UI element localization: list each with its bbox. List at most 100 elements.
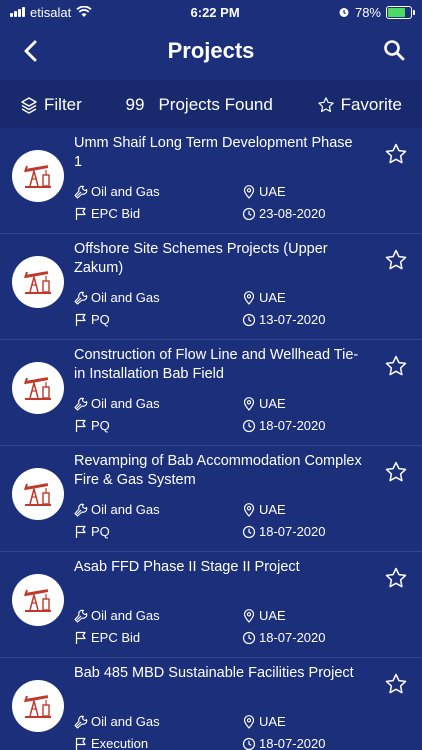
project-sector-label: Oil and Gas bbox=[91, 608, 160, 623]
star-outline-icon bbox=[317, 97, 334, 113]
wrench-icon bbox=[74, 397, 88, 411]
project-date-label: 18-07-2020 bbox=[259, 524, 326, 539]
favorite-star-icon[interactable] bbox=[384, 142, 408, 166]
clock-icon bbox=[242, 737, 256, 750]
project-date: 18-07-2020 bbox=[242, 736, 326, 750]
project-country: UAE bbox=[242, 714, 286, 729]
project-title: Asab FFD Phase II Stage II Project bbox=[74, 559, 300, 575]
project-date-label: 18-07-2020 bbox=[259, 418, 326, 433]
clock-icon bbox=[242, 207, 256, 220]
clock-icon bbox=[242, 419, 256, 432]
project-country: UAE bbox=[242, 608, 286, 623]
location-pin-icon bbox=[243, 714, 255, 729]
search-button[interactable] bbox=[380, 36, 408, 64]
project-avatar bbox=[12, 468, 64, 520]
project-card[interactable]: Asab FFD Phase II Stage II Project Oil a… bbox=[0, 552, 422, 658]
wrench-icon bbox=[74, 715, 88, 729]
favorite-button[interactable]: Favorite bbox=[317, 95, 402, 115]
project-list: Umm Shaif Long Term Development Phase 1 … bbox=[0, 128, 422, 750]
project-sector: Oil and Gas bbox=[74, 502, 160, 517]
project-country: UAE bbox=[242, 184, 286, 199]
project-country-label: UAE bbox=[259, 502, 286, 517]
project-avatar bbox=[12, 150, 64, 202]
clock-icon bbox=[242, 631, 256, 644]
project-country-label: UAE bbox=[259, 290, 286, 305]
project-date-label: 18-07-2020 bbox=[259, 736, 326, 750]
oil-pump-icon bbox=[24, 483, 51, 506]
project-stage: PQ bbox=[74, 312, 110, 327]
project-sector-label: Oil and Gas bbox=[91, 714, 160, 729]
wifi-icon bbox=[76, 6, 92, 17]
project-date-label: 23-08-2020 bbox=[259, 206, 326, 221]
back-button[interactable] bbox=[18, 37, 46, 65]
project-sector: Oil and Gas bbox=[74, 714, 160, 729]
wrench-icon bbox=[74, 503, 88, 517]
project-card[interactable]: Bab 485 MBD Sustainable Facilities Proje… bbox=[0, 658, 422, 750]
flag-icon bbox=[75, 737, 86, 750]
wrench-icon bbox=[74, 185, 88, 199]
project-sector-label: Oil and Gas bbox=[91, 396, 160, 411]
location-pin-icon bbox=[243, 396, 255, 411]
project-stage: Execution bbox=[74, 736, 148, 750]
clock-icon bbox=[242, 313, 256, 326]
status-right: 78% bbox=[338, 4, 415, 20]
projects-found: 99 Projects Found bbox=[126, 95, 273, 115]
project-country-label: UAE bbox=[259, 184, 286, 199]
wrench-icon bbox=[74, 609, 88, 623]
project-stage-label: PQ bbox=[91, 524, 110, 539]
project-stage: PQ bbox=[74, 418, 110, 433]
project-avatar bbox=[12, 362, 64, 414]
flag-icon bbox=[75, 207, 86, 220]
project-date: 18-07-2020 bbox=[242, 630, 326, 645]
project-sector-label: Oil and Gas bbox=[91, 502, 160, 517]
carrier-label: etisalat bbox=[30, 4, 72, 20]
project-card[interactable]: Revamping of Bab Accommodation Complex F… bbox=[0, 446, 422, 552]
project-country-label: UAE bbox=[259, 714, 286, 729]
status-time: 6:22 PM bbox=[190, 4, 240, 20]
oil-pump-icon bbox=[24, 589, 51, 612]
project-stage-label: PQ bbox=[91, 312, 110, 327]
project-country: UAE bbox=[242, 290, 286, 305]
oil-pump-icon bbox=[24, 165, 51, 188]
project-sector: Oil and Gas bbox=[74, 608, 160, 623]
project-avatar bbox=[12, 574, 64, 626]
favorite-star-icon[interactable] bbox=[384, 354, 408, 378]
project-title: Revamping of Bab Accommodation Complex F… bbox=[74, 453, 362, 488]
flag-icon bbox=[75, 419, 86, 432]
flag-icon bbox=[75, 525, 86, 538]
project-sector: Oil and Gas bbox=[74, 184, 160, 199]
clock-icon bbox=[242, 525, 256, 538]
oil-pump-icon bbox=[24, 377, 51, 400]
favorite-star-icon[interactable] bbox=[384, 566, 408, 590]
project-title: Umm Shaif Long Term Development Phase 1 bbox=[74, 135, 353, 170]
project-stage: PQ bbox=[74, 524, 110, 539]
location-pin-icon bbox=[243, 184, 255, 199]
favorite-star-icon[interactable] bbox=[384, 460, 408, 484]
project-card[interactable]: Umm Shaif Long Term Development Phase 1 … bbox=[0, 128, 422, 234]
project-title: Construction of Flow Line and Wellhead T… bbox=[74, 347, 359, 382]
favorite-star-icon[interactable] bbox=[384, 672, 408, 696]
location-pin-icon bbox=[243, 290, 255, 305]
project-card[interactable]: Offshore Site Schemes Projects (Upper Za… bbox=[0, 234, 422, 340]
project-sector-label: Oil and Gas bbox=[91, 290, 160, 305]
nav-bar: Projects bbox=[0, 28, 422, 74]
project-date: 13-07-2020 bbox=[242, 312, 326, 327]
battery-percent: 78% bbox=[354, 4, 381, 20]
project-date-label: 18-07-2020 bbox=[259, 630, 326, 645]
alarm-icon bbox=[339, 8, 349, 17]
project-stage: EPC Bid bbox=[74, 630, 140, 645]
projects-count: 99 bbox=[125, 95, 145, 114]
project-card[interactable]: Construction of Flow Line and Wellhead T… bbox=[0, 340, 422, 446]
favorite-star-icon[interactable] bbox=[384, 248, 408, 272]
project-stage: EPC Bid bbox=[74, 206, 140, 221]
location-pin-icon bbox=[243, 502, 255, 517]
project-date: 18-07-2020 bbox=[242, 418, 326, 433]
flag-icon bbox=[75, 313, 86, 326]
favorite-label: Favorite bbox=[340, 95, 402, 114]
project-stage-label: PQ bbox=[91, 418, 110, 433]
projects-found-label: Projects Found bbox=[158, 95, 273, 114]
filter-button[interactable]: Filter bbox=[20, 95, 82, 115]
project-country-label: UAE bbox=[259, 608, 286, 623]
battery-icon bbox=[386, 5, 415, 19]
layers-icon bbox=[21, 97, 37, 114]
